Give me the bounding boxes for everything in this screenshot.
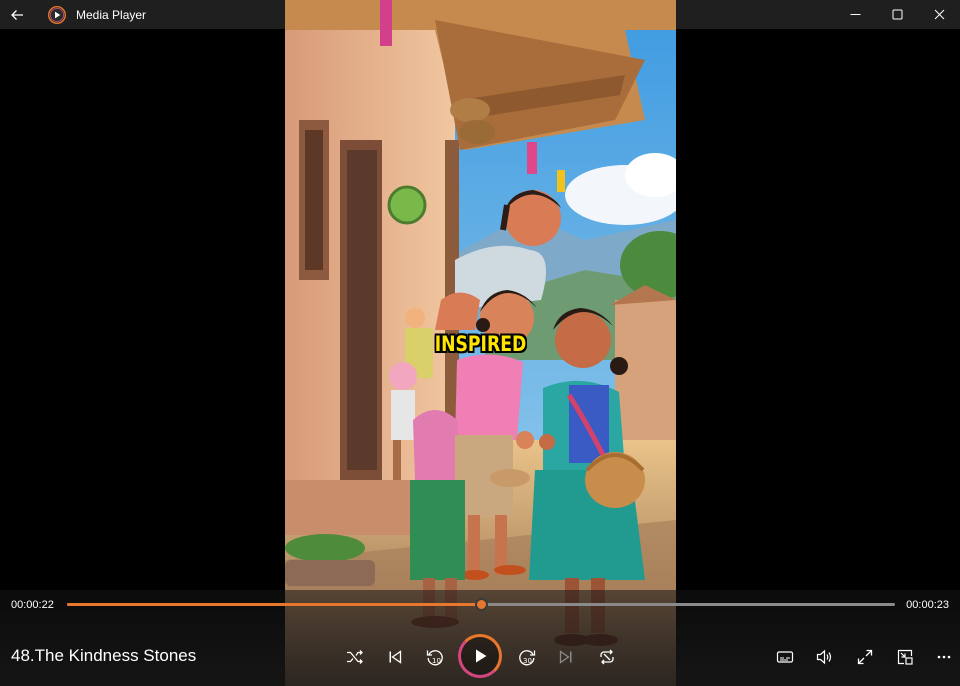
current-time: 00:00:22	[11, 599, 54, 611]
svg-text:30: 30	[523, 657, 532, 665]
skip-previous-icon	[389, 650, 402, 664]
seek-thumb[interactable]	[475, 598, 488, 611]
previous-button[interactable]	[380, 642, 410, 672]
close-icon	[934, 9, 944, 20]
shuffle-icon	[347, 650, 363, 664]
skip-next-icon	[559, 650, 572, 664]
forward-30-icon: 30	[519, 650, 536, 666]
fullscreen-icon	[857, 649, 873, 665]
video-caption: INSPIRED	[434, 332, 527, 356]
play-icon	[476, 649, 487, 663]
close-button[interactable]	[918, 0, 960, 29]
minimize-button[interactable]	[834, 0, 876, 29]
miniplayer-button[interactable]	[890, 642, 920, 672]
miniplayer-icon	[897, 649, 913, 665]
back-button[interactable]	[0, 0, 34, 29]
maximize-button[interactable]	[876, 0, 918, 29]
more-icon	[937, 655, 951, 659]
next-button[interactable]	[551, 642, 581, 672]
minimize-icon	[850, 14, 860, 15]
subtitles-icon	[776, 651, 794, 663]
maximize-icon	[892, 9, 902, 20]
total-time: 00:00:23	[906, 599, 949, 611]
svg-text:10: 10	[432, 657, 441, 665]
fullscreen-button[interactable]	[850, 642, 880, 672]
subtitles-button[interactable]	[770, 642, 800, 672]
repeat-button[interactable]	[592, 642, 622, 672]
forward-button[interactable]: 30	[512, 642, 542, 672]
rewind-10-icon: 10	[426, 650, 443, 666]
volume-icon	[816, 649, 832, 665]
window-controls	[834, 0, 960, 29]
play-button[interactable]	[458, 634, 502, 678]
volume-button[interactable]	[809, 642, 839, 672]
more-button[interactable]	[929, 642, 959, 672]
shuffle-button[interactable]	[340, 642, 370, 672]
now-playing-title: 48.The Kindness Stones	[11, 646, 197, 665]
seek-bar[interactable]	[67, 598, 895, 611]
media-player-icon	[48, 5, 66, 24]
seek-progress	[67, 603, 481, 606]
rewind-button[interactable]: 10	[420, 642, 450, 672]
back-arrow-icon	[11, 9, 23, 20]
window-title: Media Player	[76, 7, 147, 22]
repeat-icon	[600, 649, 614, 665]
video-frame[interactable]: INSPIRED	[285, 0, 676, 686]
